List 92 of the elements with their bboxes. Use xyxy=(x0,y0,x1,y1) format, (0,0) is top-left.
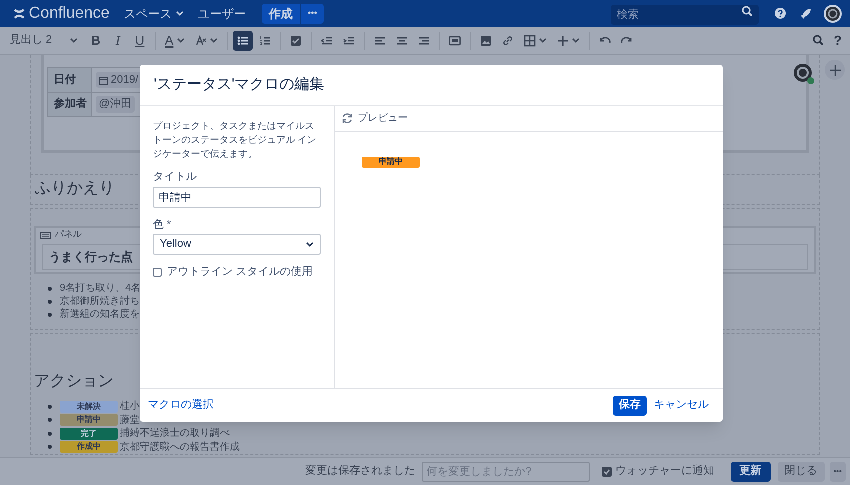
clear-icon xyxy=(194,34,207,46)
chevron-down-icon xyxy=(572,38,580,44)
indent-icon xyxy=(342,34,355,46)
action-text: 藤堂 xyxy=(120,414,140,428)
section-heading: アクション xyxy=(34,372,115,392)
field-label: 色 * xyxy=(153,218,172,232)
align-left-icon xyxy=(374,34,386,46)
task-icon xyxy=(290,34,302,46)
search-field[interactable]: 検索 xyxy=(611,4,759,24)
logo-icon xyxy=(14,8,25,18)
more-button[interactable]: ••• xyxy=(300,4,324,24)
mention-chip[interactable]: @沖田 xyxy=(96,96,136,113)
bullets-icon xyxy=(236,34,249,46)
save-button[interactable]: 保存 xyxy=(613,396,647,416)
avatar-icon[interactable] xyxy=(824,4,842,22)
panel-label: パネル xyxy=(55,228,82,242)
nav-menu-item[interactable]: ユーザー xyxy=(198,4,246,22)
close-button[interactable]: 閉じる xyxy=(778,462,825,482)
action-text: 桂小 xyxy=(120,400,140,414)
text-style-dropdown[interactable]: 見出し 2 xyxy=(10,32,78,49)
status-lozenge: 未解決 xyxy=(60,400,118,413)
panel-title: うまく行った点 xyxy=(49,249,133,266)
numbers-icon xyxy=(258,34,271,46)
status-lozenge: 作成中 xyxy=(60,441,118,454)
action-text: 京都守護職への報告書作成 xyxy=(120,440,240,455)
panel-icon xyxy=(40,232,51,238)
logo-text[interactable]: Confluence xyxy=(29,2,110,26)
nav-menu-item[interactable]: スペース xyxy=(124,4,184,22)
checkbox-icon[interactable] xyxy=(602,466,612,476)
chevron-down-icon xyxy=(306,242,314,248)
image-icon xyxy=(480,34,492,46)
search-icon[interactable] xyxy=(742,6,753,17)
update-button[interactable]: 更新 xyxy=(730,462,771,482)
select-macro-link[interactable]: マクロの選択 xyxy=(148,397,214,414)
bullet-icon xyxy=(48,445,52,450)
cancel-link[interactable]: キャンセル xyxy=(654,397,709,414)
underline-button[interactable]: U xyxy=(130,30,150,50)
more-button[interactable]: ••• xyxy=(830,462,846,482)
dialog-title: 'ステータス'マクロの編集 xyxy=(154,74,325,95)
outdent-icon xyxy=(320,34,333,46)
calendar-icon xyxy=(99,76,108,84)
align-right-icon xyxy=(418,34,430,46)
checkbox-label: ウォッチャーに通知 xyxy=(616,464,715,480)
insert-icon xyxy=(556,34,569,46)
bullet-icon xyxy=(48,432,52,436)
action-text: 捕縛不逞浪士の取り調べ xyxy=(120,426,230,442)
comment-field[interactable]: 何を変更しましたか? xyxy=(422,462,590,482)
section-heading: ふりかえり xyxy=(35,179,115,199)
list-item-text: 京都御所焼き討ち xyxy=(60,294,140,308)
bold-button[interactable]: B xyxy=(86,30,106,50)
checkbox-label: アウトライン スタイルの使用 xyxy=(167,265,314,280)
table-header-cell: 参加者 xyxy=(48,93,92,116)
dialog-description: プロジェクト、タスクまたはマイルストーンのステータスをビジュアル インジケーターで伝えます。 xyxy=(153,120,318,162)
text-color-button[interactable]: A xyxy=(161,30,189,50)
help-icon[interactable] xyxy=(775,8,786,19)
table-icon xyxy=(524,34,536,46)
chevron-down-icon xyxy=(176,10,184,16)
bullet-icon xyxy=(48,404,52,409)
help-button[interactable]: ? xyxy=(830,30,846,50)
color-select[interactable]: Yellow xyxy=(153,234,321,255)
status-lozenge: 完了 xyxy=(60,428,118,440)
plus-icon xyxy=(830,64,840,76)
refresh-icon[interactable] xyxy=(342,113,353,124)
chevron-down-icon xyxy=(538,38,547,44)
title-input[interactable]: 申請中 xyxy=(153,186,321,208)
bullet-list-button[interactable] xyxy=(232,30,253,50)
field-label: タイトル xyxy=(153,170,198,185)
italic-button[interactable]: I xyxy=(108,30,128,50)
chevron-down-icon xyxy=(210,38,218,44)
bullet-icon xyxy=(48,312,52,316)
add-button[interactable] xyxy=(825,60,845,80)
status-lozenge: 申請中 xyxy=(60,414,118,426)
status-lozenge: 申請中 xyxy=(362,156,420,168)
bullet-icon xyxy=(48,286,52,290)
save-status-text: 変更は保存されました xyxy=(306,464,416,480)
date-chip[interactable]: 2019/ xyxy=(96,72,142,88)
list-item-text: 9名打ち取り、4名 xyxy=(60,282,142,296)
align-center-icon xyxy=(396,34,408,46)
layout-icon xyxy=(448,34,461,46)
table-header-cell: 日付 xyxy=(48,68,92,92)
avatar-icon[interactable] xyxy=(793,63,815,85)
preview-label: プレビュー xyxy=(358,112,408,126)
search-icon xyxy=(812,35,824,46)
link-icon xyxy=(502,34,514,46)
rocket-icon[interactable] xyxy=(801,8,812,19)
chevron-down-icon xyxy=(70,38,78,44)
list-item-text: 新選組の知名度を xyxy=(60,308,140,322)
bullet-icon xyxy=(48,418,52,422)
bullet-icon xyxy=(48,300,52,304)
checkbox-icon[interactable] xyxy=(153,268,162,277)
chevron-down-icon xyxy=(176,38,185,44)
create-button[interactable]: 作成 xyxy=(262,4,300,24)
